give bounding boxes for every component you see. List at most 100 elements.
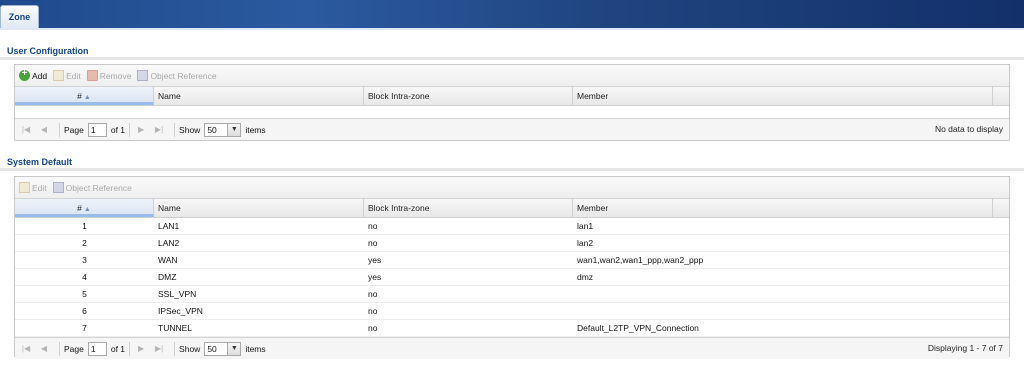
- system-default-table-body: 1 LAN1 no lan1 2 LAN2 no lan2 3 WAN yes …: [15, 218, 1009, 337]
- page-count: of 1: [110, 343, 126, 354]
- cell-name: TUNNEL: [158, 323, 193, 333]
- show-label: Show: [179, 343, 201, 354]
- remove-button[interactable]: Remove: [86, 70, 132, 81]
- show-label: Show: [179, 124, 201, 135]
- add-icon: [19, 68, 30, 81]
- page-size-select[interactable]: 50 ▼: [204, 341, 242, 356]
- cell-block-intra-zone: yes: [368, 255, 382, 265]
- cell-block-intra-zone: no: [368, 238, 378, 248]
- first-page-icon[interactable]: |◀: [19, 124, 33, 136]
- items-label: items: [245, 343, 266, 354]
- cell-member: Default_L2TP_VPN_Connection: [577, 323, 699, 333]
- page-size-select[interactable]: 50 ▼: [204, 122, 242, 137]
- edit-button[interactable]: Edit: [53, 70, 81, 81]
- table-row[interactable]: 4 DMZ yes dmz: [15, 269, 1009, 286]
- header-divider: [0, 28, 1024, 30]
- cell-block-intra-zone: no: [368, 289, 378, 299]
- column-header-member[interactable]: Member: [573, 87, 993, 105]
- cell-number: 3: [82, 255, 87, 265]
- add-button[interactable]: Add: [19, 68, 48, 81]
- page-label: Page: [64, 343, 84, 354]
- cell-member: wan1,wan2,wan1_ppp,wan2_ppp: [577, 255, 704, 265]
- column-header-member[interactable]: Member: [573, 199, 993, 217]
- column-header-name[interactable]: Name: [154, 199, 364, 217]
- table-row[interactable]: 1 LAN1 no lan1: [15, 218, 1009, 235]
- sort-ascending-icon: ▲: [83, 206, 91, 213]
- trash-icon: [86, 70, 98, 81]
- edit-label: Edit: [66, 70, 81, 81]
- cell-name: SSL_VPN: [158, 289, 197, 299]
- section-divider: [0, 57, 1024, 60]
- previous-page-icon[interactable]: ◀: [37, 343, 51, 355]
- table-row[interactable]: 6 IPSec_VPN no: [15, 303, 1009, 320]
- cell-number: 6: [82, 306, 87, 316]
- cell-block-intra-zone: no: [368, 306, 378, 316]
- section-title-user-configuration: User Configuration: [7, 46, 89, 56]
- object-reference-icon: [137, 70, 149, 81]
- last-page-icon[interactable]: ▶|: [152, 343, 166, 355]
- page-count: of 1: [110, 124, 126, 135]
- user-configuration-panel: Add Edit Remove Object Reference #▲ Name…: [14, 64, 1010, 141]
- items-label: items: [245, 124, 266, 135]
- pager-status: No data to display: [934, 124, 1003, 134]
- user-config-table-header: # ▲ Name Block Intra-zone Member: [15, 87, 1009, 106]
- system-default-panel: Edit Object Reference # ▲ Name Block Intr…: [14, 176, 1010, 359]
- column-header-block-intra-zone[interactable]: Block Intra-zone: [364, 87, 573, 105]
- cell-block-intra-zone: no: [368, 323, 378, 333]
- next-page-icon[interactable]: ▶: [134, 124, 148, 136]
- column-header-name[interactable]: Name: [154, 87, 364, 105]
- edit-icon: [19, 182, 30, 193]
- object-reference-label: Object Reference: [150, 70, 217, 81]
- edit-button[interactable]: Edit: [19, 182, 47, 193]
- tab-zone[interactable]: Zone: [0, 5, 39, 28]
- cell-member: lan2: [577, 238, 594, 248]
- add-label: Add: [32, 70, 48, 81]
- page-label: Page: [64, 124, 84, 135]
- table-row[interactable]: 3 WAN yes wan1,wan2,wan1_ppp,wan2_ppp: [15, 252, 1009, 269]
- cell-member: [573, 286, 993, 302]
- cell-name: IPSec_VPN: [158, 306, 203, 316]
- remove-label: Remove: [99, 70, 132, 81]
- table-row[interactable]: 2 LAN2 no lan2: [15, 235, 1009, 252]
- object-reference-button[interactable]: Object Reference: [137, 70, 217, 81]
- cell-member: [573, 303, 993, 319]
- cell-number: 4: [82, 272, 87, 282]
- pager-status: Displaying 1 - 7 of 7: [927, 343, 1003, 353]
- user-config-toolbar: Add Edit Remove Object Reference: [15, 65, 1009, 87]
- edit-icon: [53, 70, 65, 81]
- cell-name: LAN2: [158, 238, 180, 248]
- object-reference-label: Object Reference: [65, 182, 132, 193]
- system-default-table-header: # ▲ Name Block Intra-zone Member: [15, 199, 1009, 218]
- cell-block-intra-zone: yes: [368, 272, 382, 282]
- cell-number: 1: [82, 221, 87, 231]
- user-config-table-body: [15, 106, 1009, 118]
- cell-number: 2: [82, 238, 87, 248]
- cell-name: DMZ: [158, 272, 177, 282]
- next-page-icon[interactable]: ▶: [134, 343, 148, 355]
- cell-number: 7: [82, 323, 87, 333]
- object-reference-button[interactable]: Object Reference: [52, 182, 132, 193]
- column-header-number[interactable]: # ▲: [15, 199, 154, 217]
- page-number-input[interactable]: 1: [87, 341, 107, 356]
- cell-block-intra-zone: no: [368, 221, 378, 231]
- cell-number: 5: [82, 289, 87, 299]
- first-page-icon[interactable]: |◀: [19, 343, 33, 355]
- previous-page-icon[interactable]: ◀: [37, 124, 51, 136]
- last-page-icon[interactable]: ▶|: [152, 124, 166, 136]
- section-title-system-default: System Default: [7, 157, 73, 167]
- column-header-block-intra-zone[interactable]: Block Intra-zone: [364, 199, 573, 217]
- sort-ascending-icon: ▲: [83, 94, 91, 101]
- cell-member: dmz: [577, 272, 594, 282]
- column-header-number[interactable]: # ▲: [15, 87, 154, 105]
- cell-member: lan1: [577, 221, 594, 231]
- cell-name: LAN1: [158, 221, 180, 231]
- user-config-pager: |◀ ◀ Page 1 of 1 ▶ ▶| Show 50 ▼ items No …: [15, 118, 1009, 140]
- edit-label: Edit: [32, 182, 47, 193]
- chevron-down-icon: ▼: [227, 123, 241, 136]
- table-row[interactable]: 5 SSL_VPN no: [15, 286, 1009, 303]
- cell-name: WAN: [158, 255, 178, 265]
- object-reference-icon: [52, 182, 64, 193]
- system-default-toolbar: Edit Object Reference: [15, 177, 1009, 199]
- page-number-input[interactable]: 1: [87, 122, 107, 137]
- table-row[interactable]: 7 TUNNEL no Default_L2TP_VPN_Connection: [15, 320, 1009, 337]
